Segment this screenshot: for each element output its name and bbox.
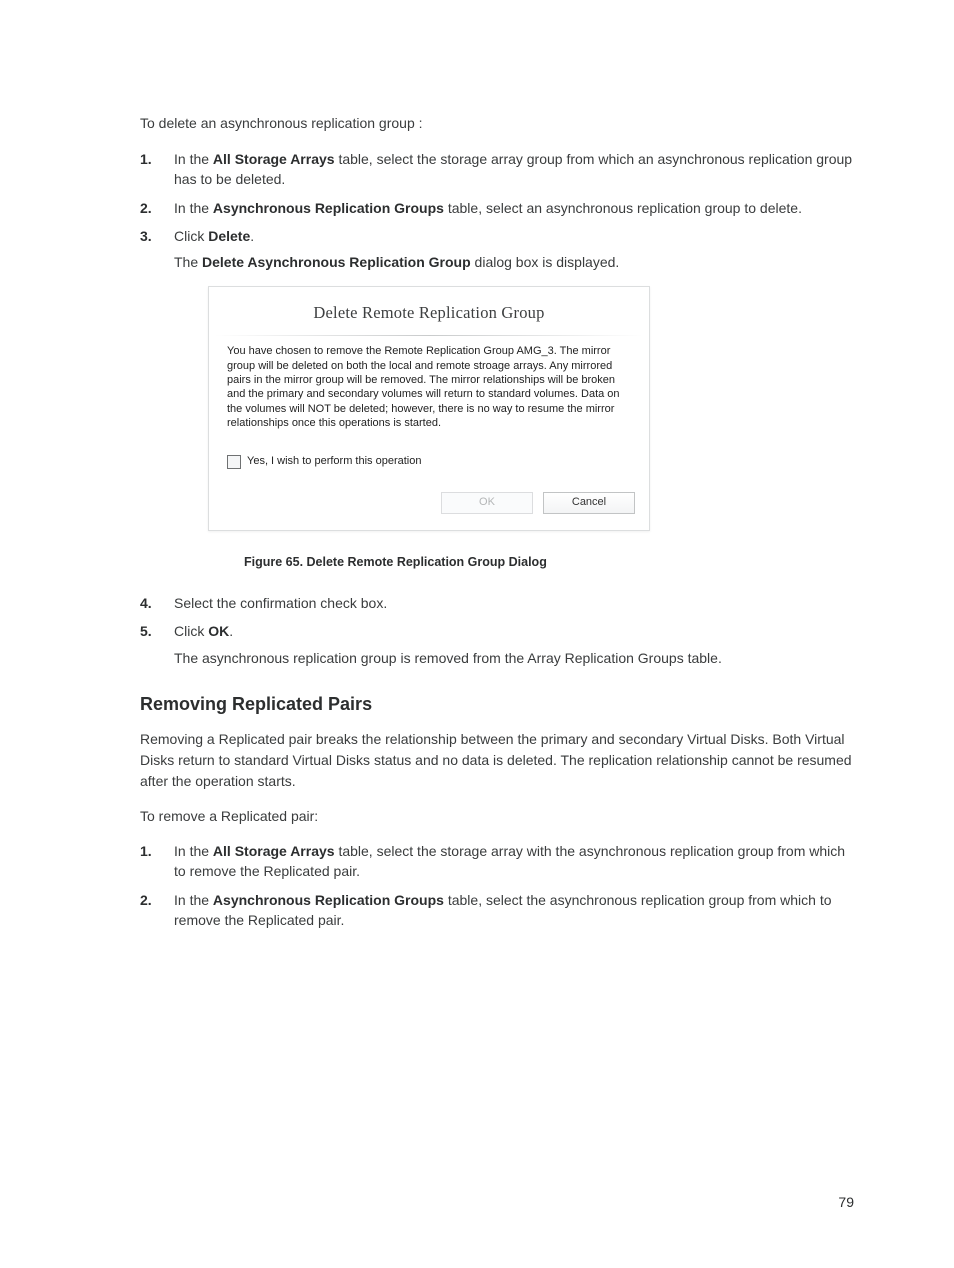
- steps-list-c: In the All Storage Arrays table, select …: [140, 841, 854, 930]
- step-a2: In the Asynchronous Replication Groups t…: [140, 198, 854, 218]
- text: dialog box is displayed.: [471, 254, 620, 270]
- checkbox-label: Yes, I wish to perform this operation: [247, 454, 421, 470]
- text: Click: [174, 228, 208, 244]
- step-b5: Click OK. The asynchronous replication g…: [140, 621, 854, 668]
- section-heading: Removing Replicated Pairs: [140, 694, 854, 715]
- bold: All Storage Arrays: [213, 843, 335, 859]
- text: In the: [174, 892, 213, 908]
- bold: All Storage Arrays: [213, 151, 335, 167]
- steps-list-b: Select the confirmation check box. Click…: [140, 593, 854, 668]
- bold: OK: [208, 623, 229, 639]
- checkbox-icon[interactable]: [227, 455, 241, 469]
- page-number: 79: [838, 1194, 854, 1210]
- text: table, select an asynchronous replicatio…: [444, 200, 802, 216]
- step-c1: In the All Storage Arrays table, select …: [140, 841, 854, 882]
- dialog-actions: OK Cancel: [209, 480, 649, 530]
- step-a3: Click Delete. The Delete Asynchronous Re…: [140, 226, 854, 571]
- step-b4: Select the confirmation check box.: [140, 593, 854, 613]
- text: .: [229, 623, 233, 639]
- bold: Asynchronous Replication Groups: [213, 200, 444, 216]
- confirm-checkbox-row[interactable]: Yes, I wish to perform this operation: [209, 436, 649, 480]
- text: The: [174, 254, 202, 270]
- steps-list-a: In the All Storage Arrays table, select …: [140, 149, 854, 571]
- figure-caption: Figure 65. Delete Remote Replication Gro…: [244, 553, 854, 571]
- intro-text: To delete an asynchronous replication gr…: [140, 115, 854, 131]
- cancel-button[interactable]: Cancel: [543, 492, 635, 514]
- bold: Delete: [208, 228, 250, 244]
- step-a3-sub: The Delete Asynchronous Replication Grou…: [174, 252, 854, 272]
- section-p1: Removing a Replicated pair breaks the re…: [140, 729, 854, 792]
- ok-button[interactable]: OK: [441, 492, 533, 514]
- step-b5-sub: The asynchronous replication group is re…: [174, 648, 854, 668]
- section-p2: To remove a Replicated pair:: [140, 806, 854, 827]
- text: In the: [174, 151, 213, 167]
- dialog-figure: Delete Remote Replication Group You have…: [208, 286, 650, 531]
- bold: Delete Asynchronous Replication Group: [202, 254, 471, 270]
- bold: Asynchronous Replication Groups: [213, 892, 444, 908]
- text: Click: [174, 623, 208, 639]
- step-c2: In the Asynchronous Replication Groups t…: [140, 890, 854, 931]
- dialog-message: You have chosen to remove the Remote Rep…: [209, 336, 649, 436]
- text: In the: [174, 200, 213, 216]
- text: .: [250, 228, 254, 244]
- text: In the: [174, 843, 213, 859]
- step-a1: In the All Storage Arrays table, select …: [140, 149, 854, 190]
- text: Select the confirmation check box.: [174, 595, 387, 611]
- dialog-title: Delete Remote Replication Group: [209, 287, 649, 335]
- document-page: To delete an asynchronous replication gr…: [0, 0, 954, 1268]
